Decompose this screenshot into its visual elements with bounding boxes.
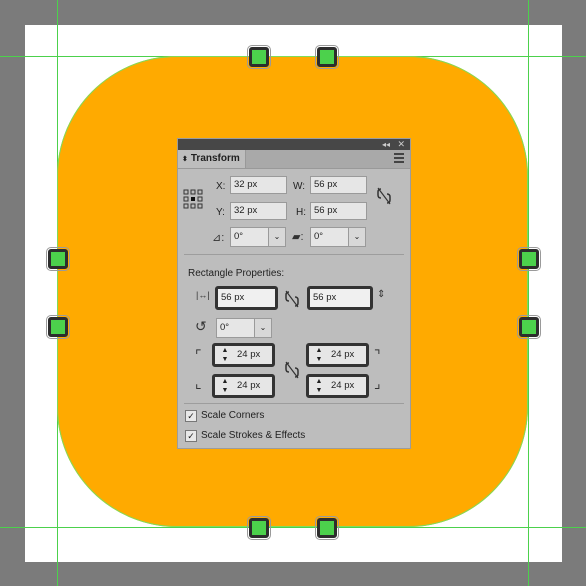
chevron-down-icon[interactable]: ⌄ bbox=[348, 228, 365, 246]
live-corner-handle[interactable] bbox=[315, 45, 339, 69]
shear-dropdown[interactable]: 0° ⌄ bbox=[310, 227, 366, 247]
section-title: Rectangle Properties: bbox=[188, 268, 285, 279]
link-dimensions-icon[interactable] bbox=[285, 290, 299, 308]
rotate-dropdown[interactable]: 0° ⌄ bbox=[230, 227, 286, 247]
corner-type-tl-icon[interactable]: ⌜ bbox=[195, 347, 202, 364]
live-corner-handle[interactable] bbox=[315, 516, 339, 540]
rect-height-icon: ⇕ bbox=[377, 289, 386, 300]
corner-radius-top-left[interactable]: ▲ ▼ 24 px bbox=[212, 343, 275, 367]
stepper-arrows-icon[interactable]: ▲ ▼ bbox=[313, 377, 325, 395]
stepper-arrows-icon[interactable]: ▲ ▼ bbox=[313, 346, 325, 364]
horizontal-guide[interactable] bbox=[0, 527, 586, 528]
live-corner-handle[interactable] bbox=[247, 516, 271, 540]
corner-rotation-dropdown[interactable]: 0° ⌄ bbox=[216, 318, 272, 338]
live-corner-handle[interactable] bbox=[247, 45, 271, 69]
corner-rotation-icon: ↺ bbox=[195, 318, 207, 334]
vertical-guide[interactable] bbox=[528, 0, 529, 586]
panel-titlebar[interactable]: ◂◂ ✕ bbox=[178, 139, 410, 150]
live-corner-handle[interactable] bbox=[46, 247, 70, 271]
shear-icon: ▰: bbox=[292, 231, 304, 243]
tab-transform[interactable]: ⬍ Transform bbox=[178, 150, 246, 168]
rotate-icon: ⊿: bbox=[212, 232, 225, 244]
constrain-proportions-icon[interactable] bbox=[377, 187, 391, 205]
expand-arrows-icon[interactable]: ⬍ bbox=[182, 156, 188, 163]
divider bbox=[184, 254, 404, 255]
corner-tl-value: 24 px bbox=[237, 349, 261, 360]
h-label: H: bbox=[296, 207, 306, 218]
reference-point-icon[interactable] bbox=[183, 189, 203, 209]
scale-strokes-checkbox[interactable]: ✓ bbox=[185, 430, 197, 442]
panel-menu-icon[interactable] bbox=[394, 153, 404, 165]
panel-tabbar: ⬍ Transform bbox=[178, 150, 410, 169]
chevron-down-icon[interactable]: ⌄ bbox=[254, 319, 271, 337]
corner-radius-top-right[interactable]: ▲ ▼ 24 px bbox=[306, 343, 369, 367]
live-corner-handle[interactable] bbox=[46, 315, 70, 339]
width-field[interactable]: 56 px bbox=[310, 176, 367, 194]
shear-value: 0° bbox=[314, 231, 324, 242]
corner-type-tr-icon[interactable]: ⌝ bbox=[374, 347, 381, 364]
w-label: W: bbox=[293, 181, 306, 192]
divider bbox=[184, 403, 404, 404]
height-field[interactable]: 56 px bbox=[310, 202, 367, 220]
rect-width-field[interactable]: 56 px bbox=[215, 286, 278, 310]
corner-bl-value: 24 px bbox=[237, 380, 261, 391]
collapse-icon[interactable]: ◂◂ bbox=[382, 139, 390, 150]
chevron-down-icon[interactable]: ⌄ bbox=[268, 228, 285, 246]
y-field[interactable]: 32 px bbox=[230, 202, 287, 220]
live-corner-handle[interactable] bbox=[517, 247, 541, 271]
corner-radius-bottom-right[interactable]: ▲ ▼ 24 px bbox=[306, 374, 369, 398]
rect-width-icon: |↔| bbox=[196, 290, 210, 300]
corner-tr-value: 24 px bbox=[331, 349, 355, 360]
corner-br-value: 24 px bbox=[331, 380, 355, 391]
scale-corners-label: Scale Corners bbox=[201, 410, 265, 421]
y-label: Y: bbox=[216, 207, 225, 218]
transform-panel: ◂◂ ✕ ⬍ Transform X: 32 px W: 56 px Y: 32 … bbox=[177, 138, 411, 449]
stepper-arrows-icon[interactable]: ▲ ▼ bbox=[219, 346, 231, 364]
live-corner-handle[interactable] bbox=[517, 315, 541, 339]
corner-type-br-icon[interactable]: ⌟ bbox=[374, 375, 381, 392]
scale-strokes-label: Scale Strokes & Effects bbox=[201, 430, 306, 441]
x-field[interactable]: 32 px bbox=[230, 176, 287, 194]
rect-height-field[interactable]: 56 px bbox=[307, 286, 373, 310]
close-icon[interactable]: ✕ bbox=[397, 139, 405, 150]
corner-radius-bottom-left[interactable]: ▲ ▼ 24 px bbox=[212, 374, 275, 398]
rotate-value: 0° bbox=[234, 231, 244, 242]
link-corners-icon[interactable] bbox=[285, 361, 299, 379]
stepper-arrows-icon[interactable]: ▲ ▼ bbox=[219, 377, 231, 395]
x-label: X: bbox=[216, 181, 226, 192]
corner-rotation-value: 0° bbox=[220, 322, 230, 333]
tab-label: Transform bbox=[190, 153, 240, 164]
scale-corners-checkbox[interactable]: ✓ bbox=[185, 410, 197, 422]
corner-type-bl-icon[interactable]: ⌞ bbox=[195, 375, 202, 392]
canvas: ◂◂ ✕ ⬍ Transform X: 32 px W: 56 px Y: 32 … bbox=[0, 0, 586, 586]
